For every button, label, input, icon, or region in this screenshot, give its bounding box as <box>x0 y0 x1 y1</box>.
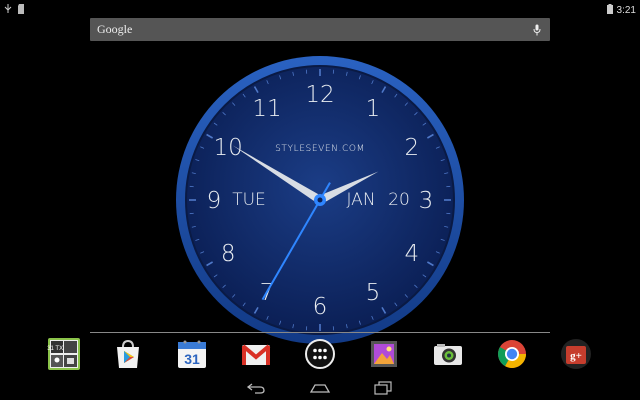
clock-number: 9 <box>207 188 222 214</box>
dock: 31 TXT 31 g+ <box>0 336 640 376</box>
clock-number: 11 <box>252 96 281 122</box>
play-store-icon[interactable] <box>110 336 146 372</box>
clock-date: 20 <box>388 190 410 210</box>
chrome-icon[interactable] <box>494 336 530 372</box>
clock-number: 12 <box>305 82 334 108</box>
camera-icon[interactable] <box>430 336 466 372</box>
google-plus-label: g+ <box>570 350 582 362</box>
clock-brand: STYLESEVEN.COM <box>275 144 365 154</box>
google-plus-icon[interactable]: g+ <box>558 336 594 372</box>
all-apps-icon <box>305 339 335 369</box>
clock-number: 2 <box>404 135 419 161</box>
recents-icon <box>374 381 392 395</box>
dock-divider <box>90 332 550 333</box>
clock-number: 10 <box>214 135 243 161</box>
calendar-icon-label: 31 <box>184 351 200 367</box>
status-left <box>4 1 25 19</box>
back-button[interactable] <box>243 380 269 396</box>
all-apps-button[interactable] <box>302 336 338 372</box>
status-bar: 3:21 <box>0 0 640 16</box>
calendar-widget-app-icon[interactable]: 31 TXT <box>46 336 82 372</box>
usb-icon <box>4 1 12 19</box>
navigation-bar <box>0 376 640 400</box>
google-search-bar[interactable]: Google <box>90 18 550 41</box>
battery-icon <box>606 1 613 19</box>
recents-button[interactable] <box>370 380 396 396</box>
clock-number: 1 <box>366 96 381 122</box>
mic-icon[interactable] <box>531 23 543 37</box>
clock-number: 3 <box>419 188 434 214</box>
calendar-icon[interactable]: 31 <box>174 336 210 372</box>
gallery-icon[interactable] <box>366 336 402 372</box>
clock-face: 121234567891011 STYLESEVEN.COM TUE JAN 2… <box>176 56 464 344</box>
back-icon <box>246 383 265 394</box>
clock-day: TUE <box>232 190 266 210</box>
home-button[interactable] <box>307 380 333 396</box>
clock-month: JAN <box>346 190 375 210</box>
gmail-icon[interactable] <box>238 336 274 372</box>
clock-number: 5 <box>366 280 381 306</box>
clock-number: 8 <box>221 241 236 267</box>
clock-number: 6 <box>313 294 328 320</box>
status-right: 3:21 <box>606 1 636 19</box>
search-label: Google <box>97 22 133 36</box>
home-icon <box>309 384 331 393</box>
clock-number: 4 <box>404 241 419 267</box>
status-time: 3:21 <box>616 4 636 16</box>
sdcard-icon <box>18 1 25 19</box>
analog-clock-widget[interactable]: 121234567891011 STYLESEVEN.COM TUE JAN 2… <box>175 55 465 345</box>
